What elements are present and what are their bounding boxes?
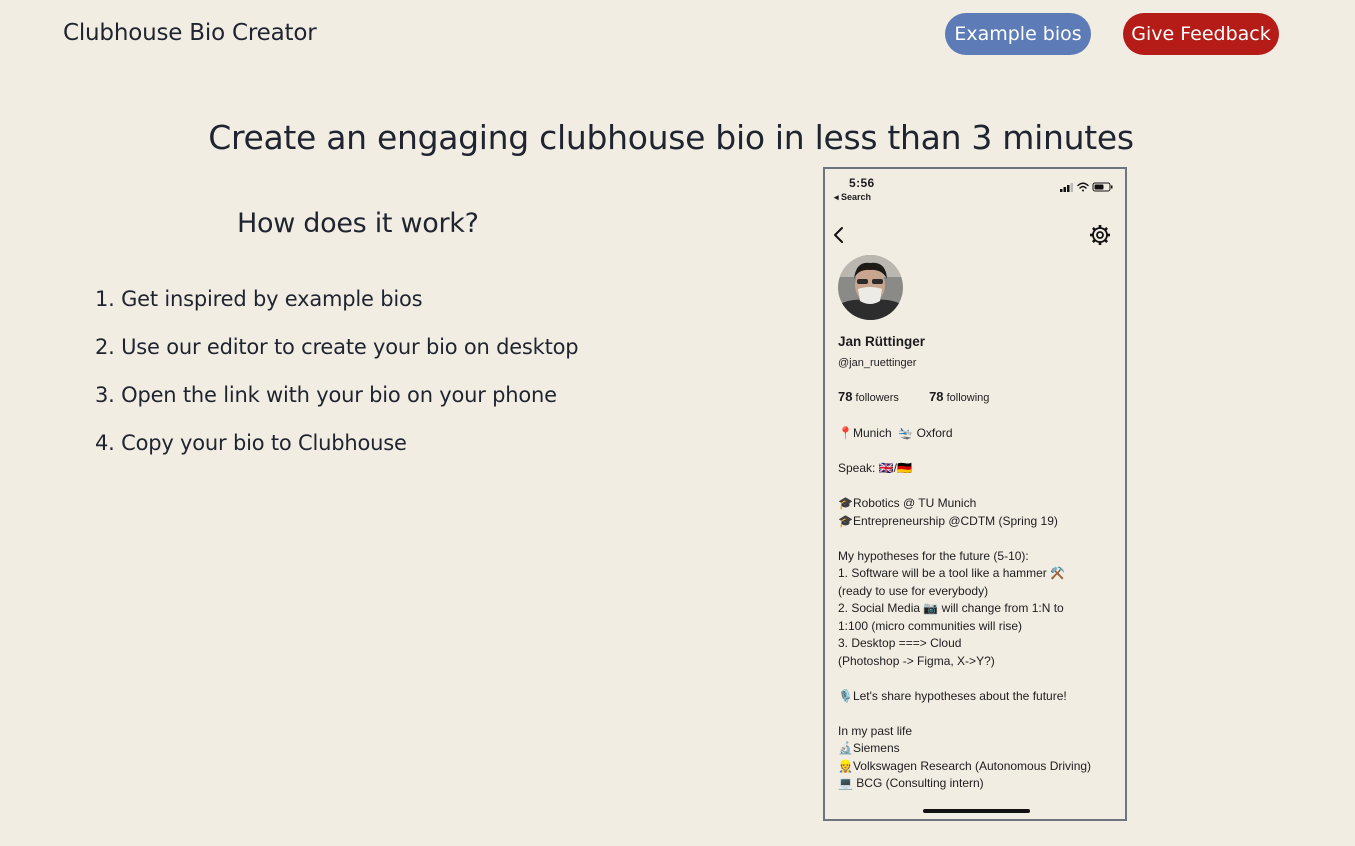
settings-gear-icon[interactable]	[1089, 224, 1111, 246]
phone-back-to-app: ◂ Search	[834, 192, 872, 202]
profile-avatar	[838, 255, 903, 320]
example-bios-button[interactable]: Example bios	[945, 13, 1091, 55]
app-title[interactable]: Clubhouse Bio Creator	[63, 20, 317, 46]
wifi-icon	[1077, 182, 1089, 192]
battery-icon	[1092, 182, 1113, 192]
step-item: 4. Copy your bio to Clubhouse	[95, 431, 407, 455]
following-count[interactable]: 78	[929, 389, 943, 404]
followers-count[interactable]: 78	[838, 389, 852, 404]
step-item: 2. Use our editor to create your bio on …	[95, 335, 579, 359]
phone-time: 5:56	[849, 176, 875, 190]
profile-bio: 📍Munich 🛬 Oxford Speak: 🇬🇧/🇩🇪 🎓Robotics …	[838, 426, 1092, 790]
home-indicator	[923, 809, 1030, 813]
give-feedback-button[interactable]: Give Feedback	[1123, 13, 1279, 55]
profile-stats: 78 followers 78 following	[838, 389, 989, 404]
profile-handle: @jan_ruettinger	[838, 357, 917, 369]
profile-name: Jan Rüttinger	[838, 334, 926, 349]
signal-icon	[1060, 183, 1073, 192]
followers-label: followers	[855, 392, 899, 404]
phone-status-icons	[1060, 182, 1113, 192]
page-headline: Create an engaging clubhouse bio in less…	[208, 118, 1134, 157]
back-chevron-icon[interactable]	[830, 225, 848, 245]
step-item: 3. Open the link with your bio on your p…	[95, 383, 557, 407]
how-it-works-title: How does it work?	[237, 208, 479, 239]
steps-list: 1. Get inspired by example bios 2. Use o…	[95, 284, 579, 476]
step-item: 1. Get inspired by example bios	[95, 287, 423, 311]
phone-screenshot: 5:56 ◂ Search Jan Rüttinger @jan_ruettin…	[823, 167, 1127, 821]
following-label: following	[946, 392, 990, 404]
